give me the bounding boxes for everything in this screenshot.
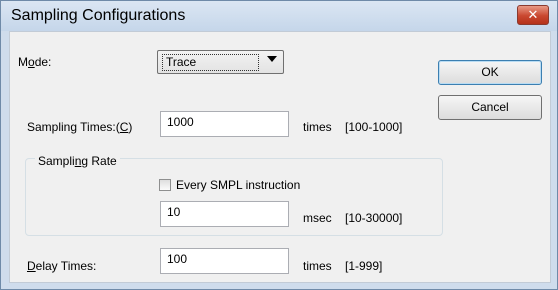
mode-label: Mode: (18, 55, 52, 69)
close-button[interactable]: ✕ (517, 5, 549, 25)
delay-times-unit: times (303, 259, 332, 273)
window-title: Sampling Configurations (11, 7, 186, 24)
sampling-times-unit: times (303, 120, 332, 134)
close-icon: ✕ (527, 7, 539, 22)
delay-times-label: Delay Times: (27, 259, 97, 273)
sampling-rate-unit: msec (303, 211, 332, 225)
sampling-rate-group-label: Sampling Rate (35, 154, 120, 168)
chevron-down-icon (267, 56, 277, 62)
every-smpl-checkbox-label[interactable]: Every SMPL instruction (176, 178, 300, 192)
sampling-times-label: Sampling Times:(C) (27, 120, 133, 134)
delay-times-input[interactable]: 100 (160, 248, 289, 274)
mode-select-value: Trace (162, 54, 259, 71)
dialog-body: Mode: Trace OK Cancel Sampling Times:(C)… (9, 31, 551, 283)
dialog-window: Sampling Configurations ✕ Mode: Trace OK… (0, 0, 558, 290)
cancel-button[interactable]: Cancel (438, 95, 542, 120)
title-bar[interactable]: Sampling Configurations ✕ (1, 1, 557, 31)
sampling-times-input[interactable]: 1000 (160, 111, 289, 137)
every-smpl-checkbox[interactable] (159, 179, 171, 191)
mode-select[interactable]: Trace (157, 50, 284, 74)
sampling-rate-input[interactable]: 10 (160, 201, 289, 227)
delay-times-range: [1-999] (345, 259, 383, 273)
sampling-rate-range: [10-30000] (345, 211, 403, 225)
sampling-times-range: [100-1000] (345, 120, 403, 134)
ok-button[interactable]: OK (438, 60, 542, 85)
